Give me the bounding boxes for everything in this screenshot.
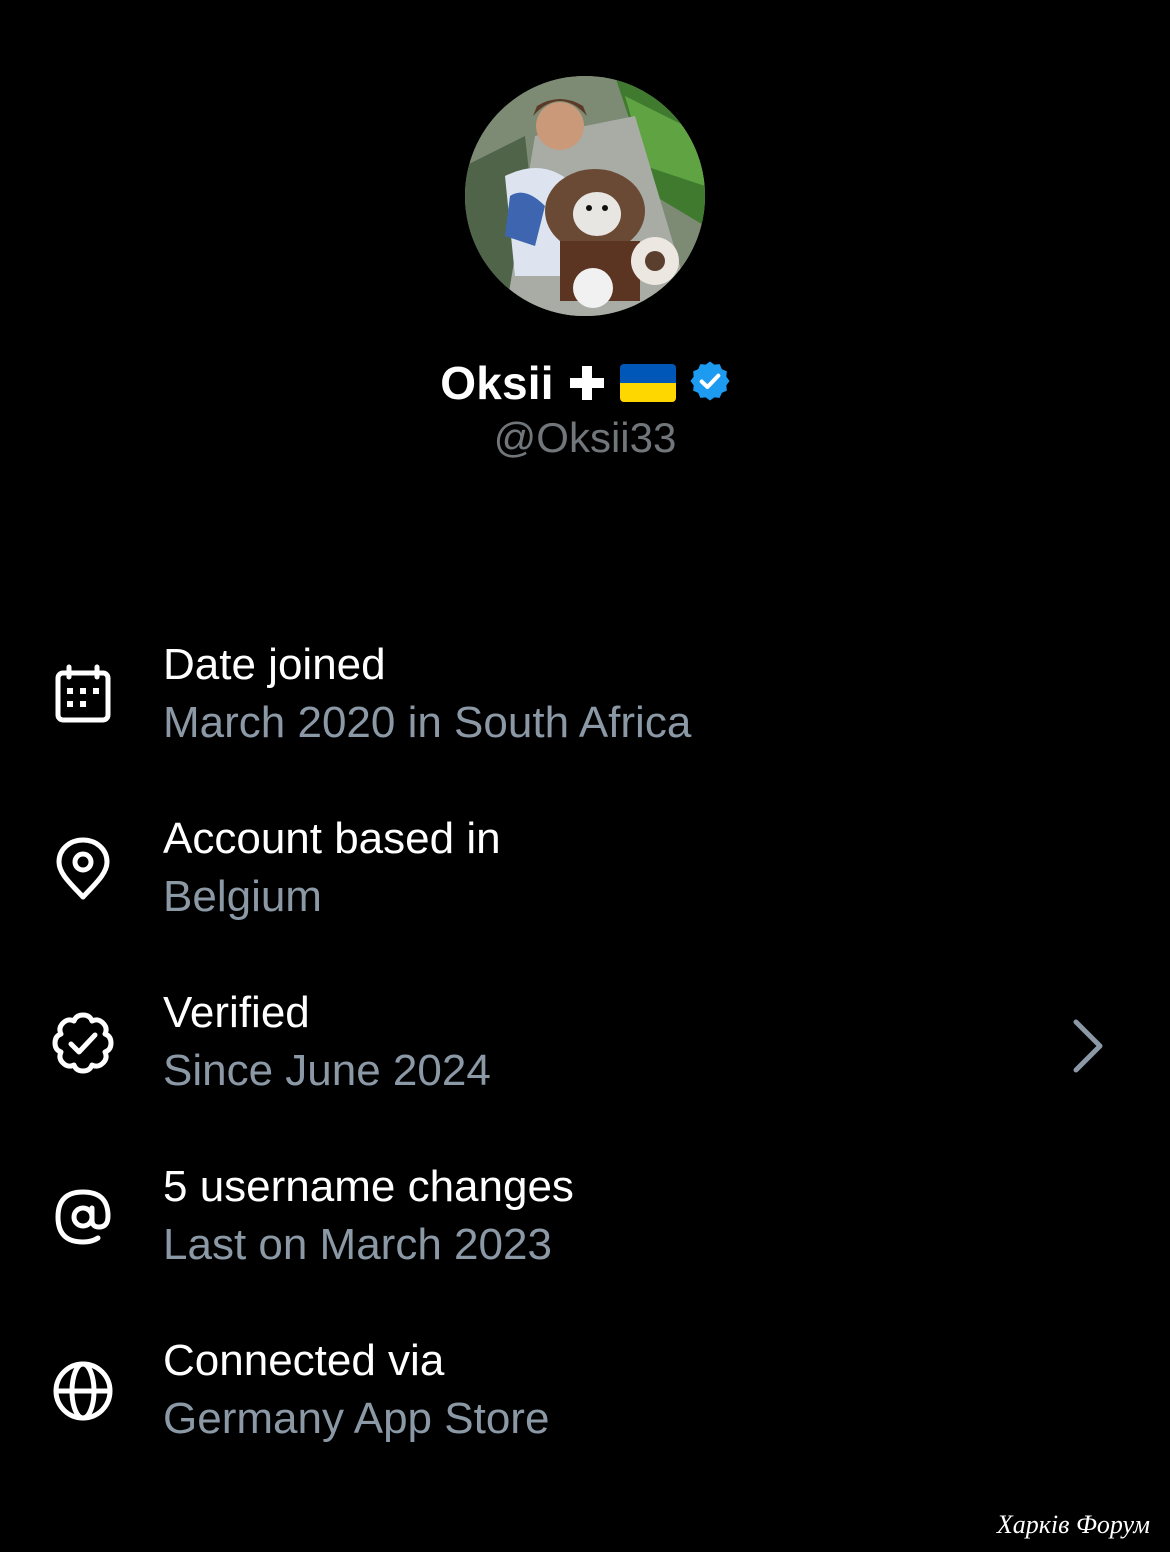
about-item-subtitle: Belgium — [163, 872, 322, 921]
about-item-verified[interactable]: Verified Since June 2024 — [0, 988, 1170, 1128]
about-item-date-joined: Date joined March 2020 in South Africa — [0, 640, 1170, 780]
profile-handle: @Oksii33 — [493, 414, 677, 461]
watermark-text: Харків Форум — [996, 1510, 1150, 1539]
about-item-subtitle: Since June 2024 — [163, 1046, 491, 1095]
about-item-title: Account based in — [163, 814, 501, 863]
about-item-subtitle: March 2020 in South Africa — [163, 698, 692, 747]
verified-seal-icon — [50, 1010, 116, 1076]
location-pin-icon — [50, 836, 116, 902]
at-sign-icon — [50, 1184, 116, 1250]
verified-badge-icon[interactable] — [690, 361, 730, 406]
about-item-title: Connected via — [163, 1336, 445, 1385]
about-item-title: Verified — [163, 988, 310, 1037]
avatar-photo — [465, 76, 705, 316]
ukraine-flag-icon — [619, 364, 676, 402]
profile-name-row: Oksii — [0, 352, 1170, 414]
display-name: Oksii — [440, 357, 554, 409]
globe-icon — [50, 1358, 116, 1424]
about-item-title: 5 username changes — [163, 1162, 574, 1211]
about-item-username-changes: 5 username changes Last on March 2023 — [0, 1162, 1170, 1302]
about-item-subtitle: Last on March 2023 — [163, 1220, 552, 1269]
about-item-account-based-in: Account based in Belgium — [0, 814, 1170, 954]
about-item-title: Date joined — [163, 640, 386, 689]
chevron-right-icon[interactable] — [1064, 1016, 1114, 1076]
about-item-subtitle: Germany App Store — [163, 1394, 550, 1443]
calendar-icon — [50, 662, 116, 728]
cross-icon — [568, 364, 606, 402]
about-item-connected-via: Connected via Germany App Store — [0, 1336, 1170, 1476]
profile-avatar[interactable] — [465, 76, 705, 316]
